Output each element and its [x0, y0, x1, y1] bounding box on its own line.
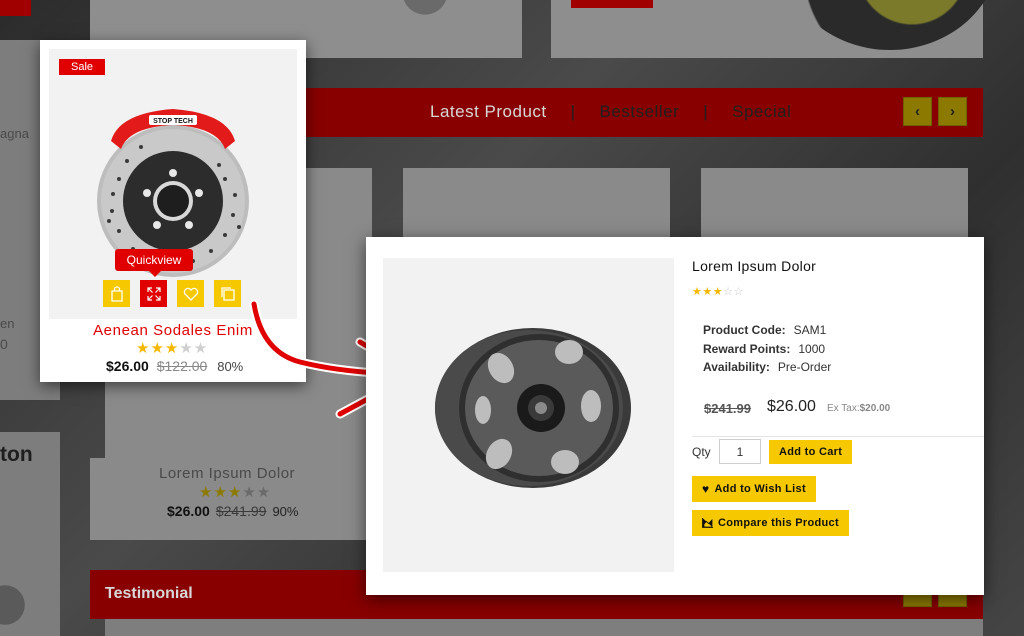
reward-points-value: 1000 — [798, 342, 826, 356]
add-to-cart-label: Add to Cart — [779, 446, 843, 458]
wheel-rim-icon — [435, 328, 631, 488]
area-chart-icon — [702, 518, 713, 528]
availability-value: Pre-Order — [777, 360, 832, 374]
quickview-popup: Lorem Ipsum Dolor ★★★☆☆ Product Code: SAM… — [366, 237, 984, 595]
availability-row: Availability: Pre-Order — [703, 360, 831, 374]
availability-label: Availability: — [703, 360, 770, 374]
add-to-cart-button[interactable]: Add to Cart — [769, 440, 853, 464]
product-code-label: Product Code: — [703, 323, 786, 337]
product-code-row: Product Code: SAM1 — [703, 323, 826, 337]
reward-points-label: Reward Points: — [703, 342, 791, 356]
compare-product-button[interactable]: Compare this Product — [692, 510, 849, 536]
qty-label: Qty — [692, 445, 711, 459]
quickview-old-price: $241.99 — [704, 401, 751, 416]
quickview-product-image — [383, 258, 674, 572]
quickview-title: Lorem Ipsum Dolor — [692, 258, 817, 274]
reward-points-row: Reward Points: 1000 — [703, 342, 825, 356]
divider — [692, 436, 984, 437]
add-to-wishlist-label: Add to Wish List — [714, 483, 806, 495]
quickview-rating: ★★★☆☆ — [692, 286, 744, 298]
ex-tax-value: $20.00 — [859, 403, 891, 414]
qty-input[interactable] — [719, 439, 761, 464]
product-code-value: SAM1 — [793, 323, 827, 337]
heart-icon: ♥ — [702, 482, 710, 496]
compare-label: Compare this Product — [718, 517, 839, 529]
quickview-price: $26.00 — [767, 398, 816, 415]
quickview-ex-tax: Ex Tax:$20.00 — [827, 403, 890, 414]
ex-tax-label: Ex Tax: — [827, 403, 860, 414]
add-to-wishlist-button[interactable]: ♥ Add to Wish List — [692, 476, 816, 502]
